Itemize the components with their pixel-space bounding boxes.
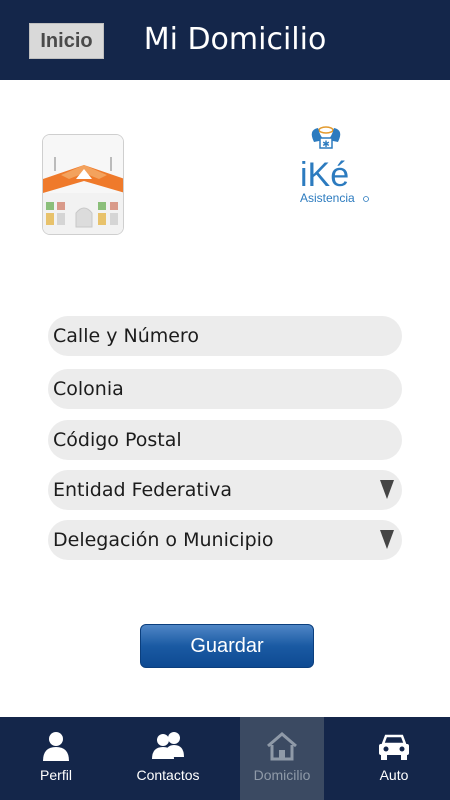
- svg-text:✱: ✱: [322, 140, 330, 150]
- ike-logo: ✱ iKé Asistencia: [298, 122, 378, 206]
- home-icon: [267, 732, 297, 761]
- postal-code-field[interactable]: Código Postal: [48, 420, 402, 460]
- tab-perfil[interactable]: Perfil: [14, 717, 98, 800]
- header-bar: Inicio Mi Domicilio: [0, 0, 450, 80]
- tab-contactos-label: Contactos: [136, 767, 200, 783]
- bottom-tab-bar: Perfil Contactos Domicilio Auto: [0, 717, 450, 800]
- page-title: Mi Domicilio: [143, 22, 327, 57]
- municipality-select[interactable]: Delegación o Municipio: [48, 520, 402, 560]
- home-illustration: [42, 134, 124, 235]
- tab-contactos[interactable]: Contactos: [126, 717, 210, 800]
- person-icon: [43, 732, 69, 761]
- colony-field[interactable]: Colonia: [48, 369, 402, 409]
- colony-field-placeholder: Colonia: [53, 378, 124, 400]
- save-button[interactable]: Guardar: [140, 624, 314, 668]
- logo-brand: iKé: [300, 156, 349, 194]
- people-icon: [152, 732, 184, 759]
- state-select-value: Entidad Federativa: [53, 479, 232, 501]
- tab-domicilio-label: Domicilio: [253, 767, 311, 783]
- tab-domicilio[interactable]: Domicilio: [240, 717, 324, 800]
- car-icon: [379, 734, 409, 760]
- street-field[interactable]: Calle y Número: [48, 316, 402, 356]
- back-button[interactable]: Inicio: [29, 23, 104, 59]
- dropdown-arrow-icon: [380, 480, 394, 499]
- dropdown-arrow-icon: [380, 530, 394, 549]
- tab-auto-label: Auto: [379, 767, 409, 783]
- municipality-select-value: Delegación o Municipio: [53, 529, 274, 551]
- tab-auto[interactable]: Auto: [352, 717, 436, 800]
- tab-perfil-label: Perfil: [40, 767, 72, 783]
- postal-code-field-placeholder: Código Postal: [53, 429, 182, 451]
- street-field-placeholder: Calle y Número: [53, 325, 199, 347]
- state-select[interactable]: Entidad Federativa: [48, 470, 402, 510]
- logo-subtitle: Asistencia: [300, 191, 355, 205]
